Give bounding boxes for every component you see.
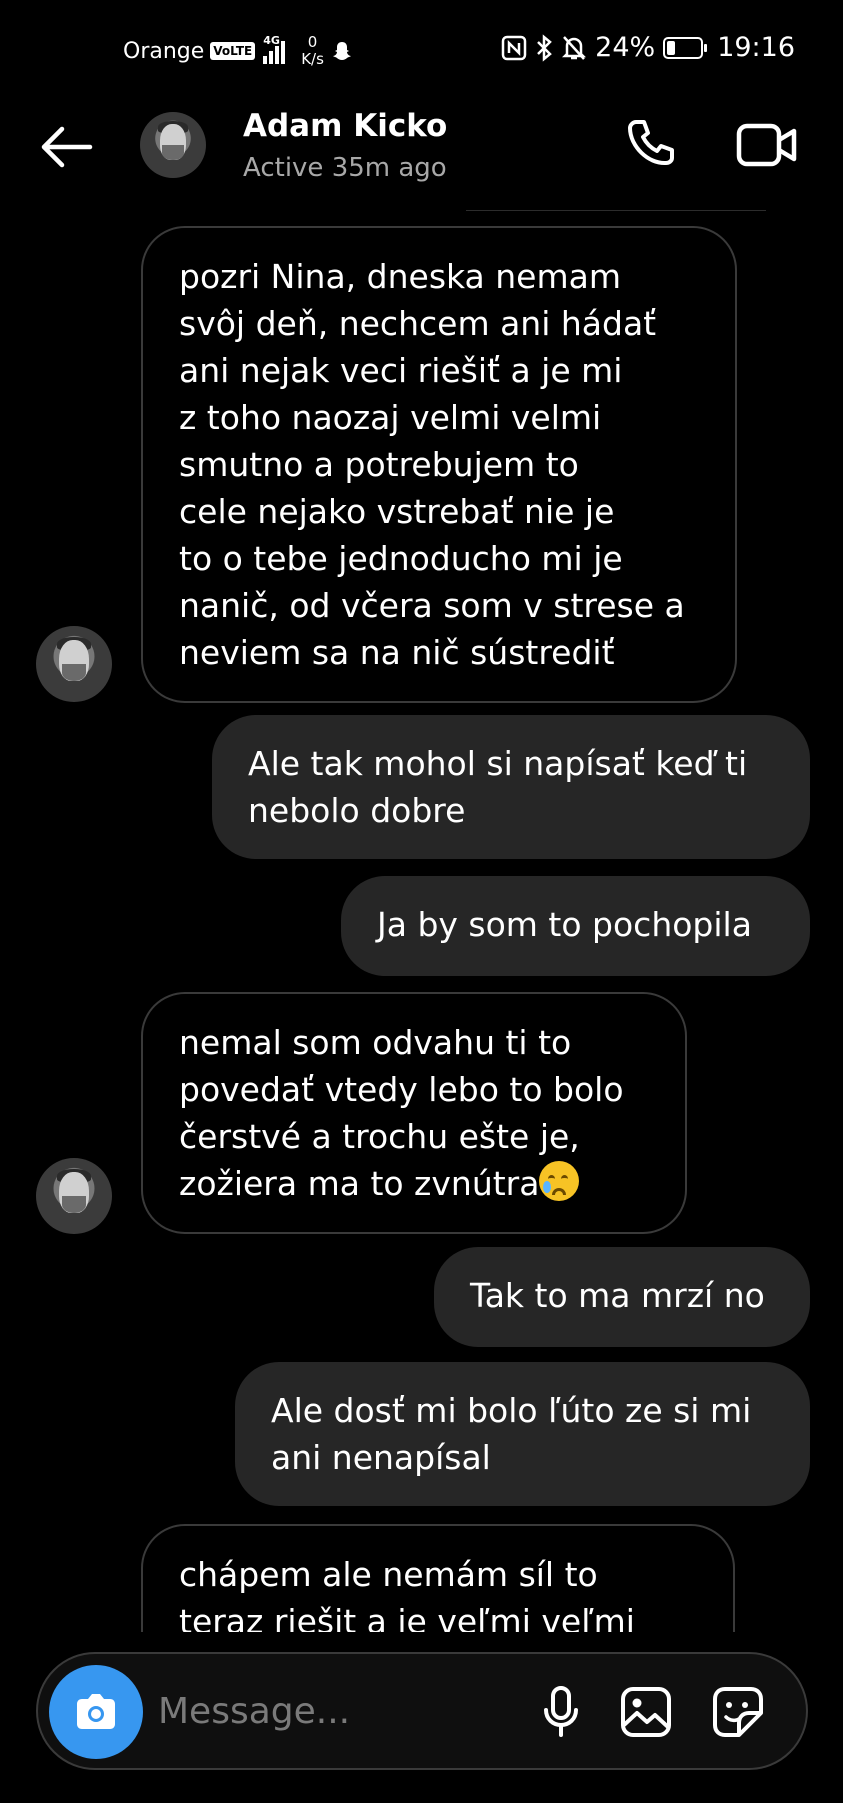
message-line: neviem sa na nič sústrediť <box>179 633 615 672</box>
message-line: z toho naozaj velmi velmi <box>179 398 602 437</box>
gallery-button[interactable] <box>618 1684 674 1740</box>
outgoing-message[interactable]: Ale tak mohol si napísať keď ti nebolo d… <box>212 715 810 859</box>
battery-icon <box>663 36 708 59</box>
voice-message-button[interactable] <box>533 1684 589 1740</box>
message-line: pozri Nina, dneska nemam <box>179 257 621 296</box>
chat-header: Adam Kicko Active 35m ago <box>0 100 843 211</box>
message-line: Ale dosť mi bolo ľúto ze si mi <box>271 1391 752 1430</box>
signal-icon: 4G <box>263 34 286 64</box>
message-line: ani nejak veci riešiť a je mi <box>179 351 623 390</box>
incoming-message[interactable]: nemal som odvahu ti to povedať vtedy leb… <box>141 992 687 1234</box>
battery-percent: 24% <box>595 32 656 63</box>
message-line-text: zožiera ma to zvnútra <box>179 1164 540 1203</box>
message-line: svôj deň, nechcem ani hádať <box>179 304 657 343</box>
message-line: Tak to ma mrzí no <box>470 1276 765 1315</box>
call-button[interactable] <box>622 116 678 172</box>
snapchat-icon <box>330 39 354 63</box>
message-line: nebolo dobre <box>248 791 466 830</box>
message-line: zožiera ma to zvnútra <box>179 1160 649 1207</box>
carrier-name: Orange <box>123 38 205 64</box>
message-line: smutno a potrebujem to <box>179 445 579 484</box>
volte-badge: VoLTE <box>210 42 256 60</box>
bluetooth-icon <box>535 33 553 62</box>
video-call-button[interactable] <box>736 118 798 172</box>
message-line: to o tebe jednoducho mi je <box>179 539 623 578</box>
outgoing-message[interactable]: Ja by som to pochopila <box>341 876 810 976</box>
message-line: Ja by som to pochopila <box>377 905 752 944</box>
phone-icon <box>628 120 674 165</box>
back-button[interactable] <box>38 122 94 172</box>
message-line: nanič, od včera som v strese a <box>179 586 685 625</box>
active-status: Active 35m ago <box>243 153 447 183</box>
message-line: nemal som odvahu ti to <box>179 1023 572 1062</box>
camera-icon <box>77 1694 115 1729</box>
outgoing-message[interactable]: Ale dosť mi bolo ľúto ze si mi ani nenap… <box>235 1362 810 1506</box>
status-left: Orange VoLTE 4G 0 K/s <box>123 34 354 68</box>
video-camera-icon <box>736 123 797 167</box>
status-right: 24% 19:16 <box>501 32 795 63</box>
sender-avatar[interactable] <box>36 626 112 702</box>
contact-name[interactable]: Adam Kicko <box>243 108 447 144</box>
clock: 19:16 <box>717 32 795 63</box>
outgoing-message[interactable]: Tak to ma mrzí no <box>434 1247 810 1347</box>
speed-value: 0 <box>307 33 318 51</box>
message-line: povedať vtedy lebo to bolo <box>179 1070 624 1109</box>
sticker-icon <box>713 1687 763 1737</box>
message-line: teraz riešit a je veľmi veľmi <box>179 1602 635 1632</box>
image-icon <box>621 1687 671 1737</box>
message-list[interactable]: pozri Nina, dneska nemam svôj deň, nechc… <box>0 222 843 1632</box>
speed-unit: K/s <box>301 50 324 68</box>
status-bar: Orange VoLTE 4G 0 K/s 24% 19:16 <box>0 0 843 100</box>
network-type: 4G <box>263 34 280 47</box>
arrow-left-icon <box>41 126 93 168</box>
message-line: Ale tak mohol si napísať keď ti <box>248 744 748 783</box>
message-line: chápem ale nemám síl to <box>179 1555 598 1594</box>
sticker-button[interactable] <box>710 1684 766 1740</box>
incoming-message[interactable]: pozri Nina, dneska nemam svôj deň, nechc… <box>141 226 737 703</box>
sender-avatar[interactable] <box>36 1158 112 1234</box>
camera-button[interactable] <box>49 1665 143 1759</box>
message-composer <box>36 1652 808 1770</box>
contact-avatar[interactable] <box>140 112 206 178</box>
incoming-message[interactable]: chápem ale nemám síl to teraz riešit a j… <box>141 1524 735 1632</box>
message-line: cele nejako vstrebať nie je <box>179 492 615 531</box>
nfc-icon <box>501 35 527 61</box>
message-input[interactable] <box>158 1680 518 1742</box>
header-divider <box>466 210 766 211</box>
message-line: čerstvé a trochu ešte je, <box>179 1117 580 1156</box>
microphone-icon <box>544 1686 578 1737</box>
message-line: ani nenapísal <box>271 1438 491 1477</box>
mute-bell-icon <box>561 34 587 62</box>
crying-face-icon <box>539 1161 580 1201</box>
network-speed: 0 K/s <box>301 34 324 68</box>
